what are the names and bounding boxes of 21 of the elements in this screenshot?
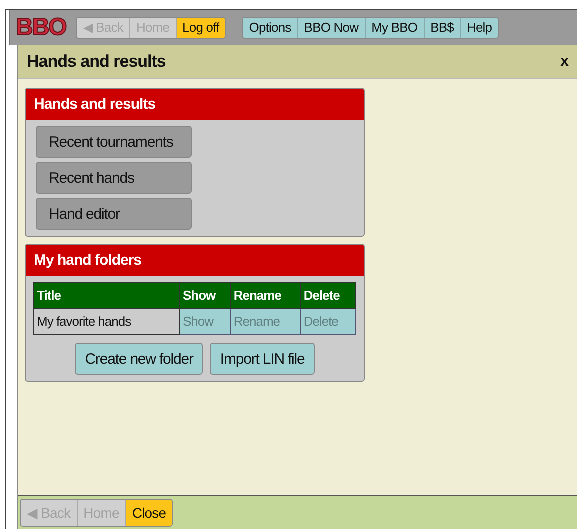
column-header: Title [34, 282, 180, 308]
table-cell: My favorite hands [34, 308, 180, 334]
column-header: Rename [230, 282, 300, 308]
column-header: Delete [300, 282, 356, 308]
nav-button[interactable]: BB$ [424, 18, 461, 38]
section-header: My hand folders [26, 245, 364, 276]
logo: BBO [16, 14, 66, 40]
nav-button[interactable]: Help [460, 18, 498, 38]
panel-title: Hands and results [27, 52, 166, 72]
action-button[interactable]: Create new folder [75, 343, 204, 375]
nav-button[interactable]: Log off [176, 18, 226, 38]
menu-button[interactable]: Recent hands [36, 162, 192, 194]
action-button[interactable]: Import LIN file [210, 343, 315, 375]
section-header: Hands and results [26, 89, 364, 120]
menu-button[interactable]: Recent tournaments [36, 126, 192, 158]
nav-button[interactable]: My BBO [366, 18, 425, 38]
nav-button[interactable]: BBO Now [298, 18, 366, 38]
column-header: Show [180, 282, 230, 308]
menu-button[interactable]: Hand editor [36, 198, 192, 230]
nav-button[interactable]: Close [126, 500, 172, 526]
nav-button[interactable]: Options [243, 18, 298, 38]
